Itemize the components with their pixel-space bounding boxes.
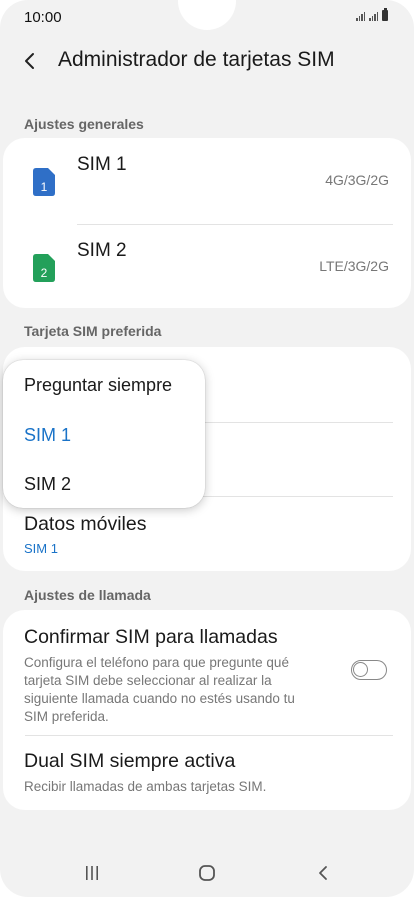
app-header: Administrador de tarjetas SIM xyxy=(0,42,414,82)
dual-sim-title: Dual SIM siempre activa xyxy=(24,750,236,772)
sim1-icon-number: 1 xyxy=(41,180,48,194)
sim2-name: SIM 2 xyxy=(77,240,127,261)
section-preferred-label: Tarjeta SIM preferida xyxy=(24,323,162,339)
status-icons xyxy=(356,8,388,21)
sim2-row[interactable]: 2 SIM 2 LTE/3G/2G xyxy=(3,224,411,310)
sim1-network-type: 4G/3G/2G xyxy=(325,172,389,188)
status-bar: 10:00 xyxy=(0,0,414,34)
confirm-desc-line: siguiente llamada cuando no estés usando… xyxy=(24,691,295,706)
mobile-data-title: Datos móviles xyxy=(24,513,147,535)
recent-apps-icon xyxy=(86,866,98,880)
mobile-data-row[interactable]: Datos móviles SIM 1 xyxy=(3,497,411,571)
confirm-desc-line: tarjeta SIM debe seleccionar al realizar… xyxy=(24,673,272,688)
back-arrow-icon xyxy=(25,53,34,69)
dropdown-option-sim2[interactable]: SIM 2 xyxy=(24,474,71,495)
status-time: 10:00 xyxy=(24,9,62,26)
confirm-sim-toggle[interactable] xyxy=(351,660,387,680)
battery-icon xyxy=(382,8,388,21)
sim1-row[interactable]: 1 SIM 1 4G/3G/2G xyxy=(3,138,411,224)
mobile-data-value: SIM 1 xyxy=(24,541,58,556)
confirm-desc-line: Configura el teléfono para que pregunte … xyxy=(24,655,289,670)
section-general-label: Ajustes generales xyxy=(24,116,144,132)
sim-cards-card: 1 SIM 1 4G/3G/2G 2 SIM 2 LTE/3G/2G xyxy=(3,138,411,308)
nav-back-icon xyxy=(319,866,327,880)
recent-apps-button[interactable] xyxy=(72,860,112,886)
home-button[interactable] xyxy=(187,860,227,886)
signal-sim1-icon xyxy=(356,11,365,21)
dual-sim-row[interactable]: Dual SIM siempre activa Recibir llamadas… xyxy=(3,736,411,810)
dropdown-option-sim1[interactable]: SIM 1 xyxy=(24,425,71,446)
nav-back-button[interactable] xyxy=(303,860,343,886)
home-icon xyxy=(199,865,215,881)
confirm-desc-line: SIM preferida. xyxy=(24,709,109,724)
toggle-knob xyxy=(353,662,368,677)
sim2-icon-number: 2 xyxy=(41,266,48,280)
call-settings-card: Confirmar SIM para llamadas Configura el… xyxy=(3,610,411,810)
sim2-network-type: LTE/3G/2G xyxy=(319,258,389,274)
page-title: Administrador de tarjetas SIM xyxy=(58,48,335,71)
dual-sim-description: Recibir llamadas de ambas tarjetas SIM. xyxy=(24,779,267,794)
sim-choice-dropdown: Preguntar siempre SIM 1 SIM 2 xyxy=(3,360,205,508)
back-button[interactable] xyxy=(14,46,44,76)
sim2-card-icon: 2 xyxy=(33,254,55,282)
navigation-bar xyxy=(0,850,414,897)
dropdown-option-ask-always[interactable]: Preguntar siempre xyxy=(24,375,172,396)
phone-screen: 10:00 Administrador de tarjetas SIM Ajus… xyxy=(0,0,414,897)
sim1-name: SIM 1 xyxy=(77,154,127,175)
confirm-sim-row[interactable]: Confirmar SIM para llamadas Configura el… xyxy=(3,610,411,730)
confirm-sim-description: Configura el teléfono para que pregunte … xyxy=(24,654,334,726)
confirm-sim-title: Confirmar SIM para llamadas xyxy=(24,626,278,648)
section-calls-label: Ajustes de llamada xyxy=(24,587,151,603)
camera-notch xyxy=(178,0,236,30)
signal-sim2-icon xyxy=(369,11,378,21)
sim1-card-icon: 1 xyxy=(33,168,55,196)
